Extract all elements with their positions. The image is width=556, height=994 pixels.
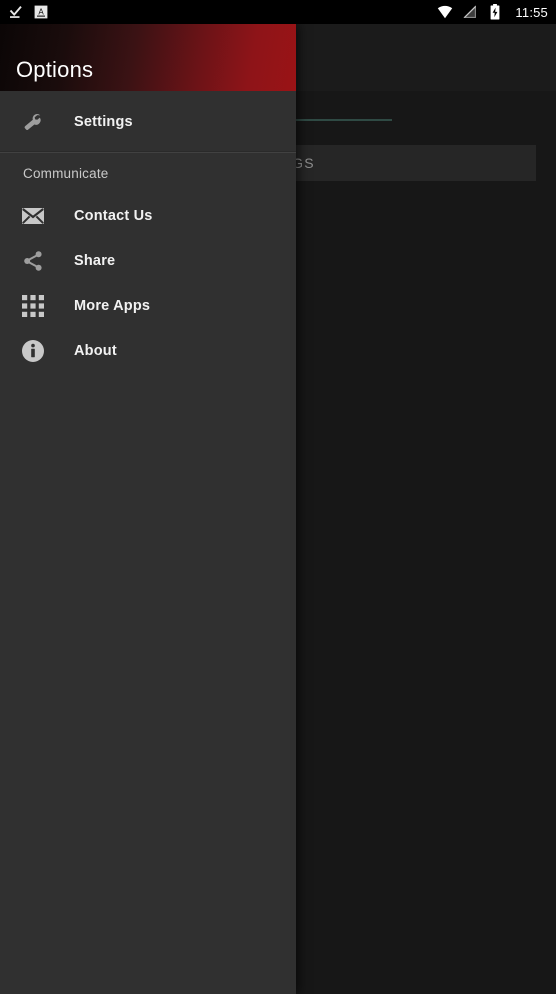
drawer-header: Options [0, 24, 296, 91]
battery-charging-icon [487, 4, 503, 20]
drawer-item-settings[interactable]: Settings [0, 99, 296, 144]
drawer-section-header-communicate: Communicate [23, 165, 109, 181]
drawer-item-label: About [74, 342, 117, 359]
drawer-top-spacer [0, 91, 296, 99]
status-bar-left-icons: A [8, 4, 49, 20]
info-circle-icon [18, 336, 48, 366]
drawer-item-about[interactable]: About [0, 328, 296, 373]
drawer-title: Options [16, 57, 94, 82]
status-bar: A 11:55 [0, 0, 556, 24]
wrench-icon [18, 107, 48, 137]
envelope-icon [18, 201, 48, 231]
drawer-item-label: Contact Us [74, 207, 153, 224]
grid-apps-icon [18, 291, 48, 321]
drawer-item-contact-us[interactable]: Contact Us [0, 193, 296, 238]
status-bar-clock: 11:55 [515, 4, 548, 20]
download-complete-icon [8, 4, 24, 20]
drawer-item-label: Share [74, 252, 116, 269]
drawer-item-label: More Apps [74, 297, 151, 314]
drawer-item-label: Settings [74, 113, 133, 130]
input-method-icon: A [33, 4, 49, 20]
drawer-item-share[interactable]: Share [0, 238, 296, 283]
phone-screen: R TO PROCEED SETTINGS Options Settings C… [0, 0, 556, 994]
wifi-icon [437, 4, 453, 20]
svg-text:A: A [38, 8, 44, 17]
navigation-drawer: Options Settings Communicate Contact Us … [0, 24, 296, 994]
drawer-item-more-apps[interactable]: More Apps [0, 283, 296, 328]
no-sim-icon [462, 4, 478, 20]
share-icon [18, 246, 48, 276]
status-bar-right-icons: 11:55 [437, 4, 548, 20]
